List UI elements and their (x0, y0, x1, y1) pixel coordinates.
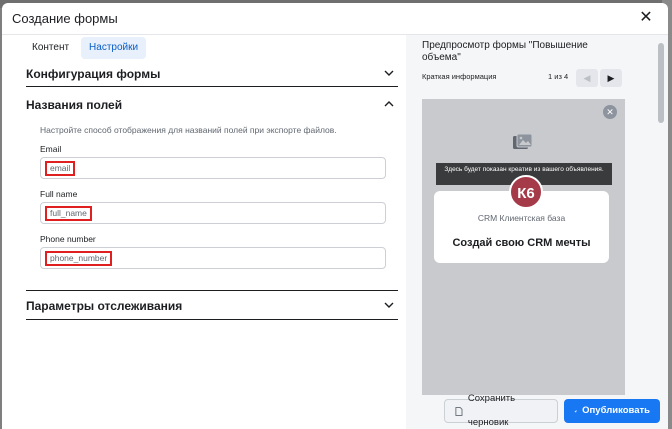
email-field-value: email (45, 161, 76, 176)
preview-nav: Краткая информация 1 из 4 ◀ ▶ (422, 69, 622, 87)
preview-scrollbar[interactable] (658, 43, 664, 409)
publish-button[interactable]: Опубликовать (564, 399, 660, 423)
preview-pane: Предпросмотр формы "Повышение объема" Кр… (406, 35, 668, 429)
chevron-down-icon (384, 70, 394, 76)
field-label-full-name: Full name (40, 189, 78, 199)
create-form-modal: Создание формы ✕ Контент Настройки Конфи… (2, 3, 668, 429)
chevron-down-icon (384, 302, 394, 308)
close-icon[interactable]: ✕ (638, 10, 654, 26)
section-field-names[interactable]: Названия полей (26, 92, 398, 118)
preview-nav-label: Краткая информация (422, 72, 497, 81)
card-heading: Создай свою CRM мечты (452, 237, 591, 249)
settings-pane: Контент Настройки Конфигурация формы Наз… (2, 35, 406, 429)
preview-close-icon[interactable]: ✕ (603, 105, 617, 119)
modal-header: Создание формы ✕ (2, 3, 668, 35)
form-preview: ✕ Здесь будет показан креатив из вашего … (422, 99, 625, 395)
preview-title: Предпросмотр формы "Повышение объема" (422, 40, 588, 63)
preview-page-count: 1 из 4 (548, 72, 569, 81)
prev-page-button[interactable]: ◀ (576, 69, 598, 87)
send-icon (574, 409, 577, 413)
tab-content[interactable]: Контент (24, 37, 77, 59)
field-label-email: Email (40, 144, 62, 154)
section-form-config-label: Конфигурация формы (26, 67, 161, 81)
next-page-button[interactable]: ▶ (600, 69, 622, 87)
chevron-up-icon (384, 101, 394, 107)
section-field-names-label: Названия полей (26, 98, 123, 112)
full-name-field[interactable]: full_name (40, 202, 386, 224)
email-field[interactable]: email (40, 157, 386, 179)
avatar: К6 (509, 175, 543, 209)
document-icon (455, 406, 463, 416)
full-name-field-value: full_name (45, 206, 92, 221)
phone-field-value: phone_number (45, 251, 113, 266)
scrollbar-thumb[interactable] (658, 43, 664, 123)
image-icon (513, 133, 533, 149)
phone-field[interactable]: phone_number (40, 247, 386, 269)
tab-bar: Контент Настройки (24, 37, 147, 59)
save-draft-label: Сохранить черновик (467, 393, 516, 428)
section-tracking-label: Параметры отслеживания (26, 299, 183, 313)
section-form-config[interactable]: Конфигурация формы (26, 61, 398, 87)
section-tracking[interactable]: Параметры отслеживания (26, 290, 398, 320)
save-draft-button[interactable]: Сохранить черновик (444, 393, 558, 428)
tab-settings[interactable]: Настройки (81, 37, 147, 59)
publish-label: Опубликовать (582, 405, 650, 416)
modal-title: Создание формы (12, 11, 118, 26)
field-label-phone: Phone number (40, 234, 96, 244)
field-names-hint: Настройте способ отображения для названи… (40, 125, 337, 135)
card-subtitle: CRM Клиентская база (477, 213, 566, 223)
